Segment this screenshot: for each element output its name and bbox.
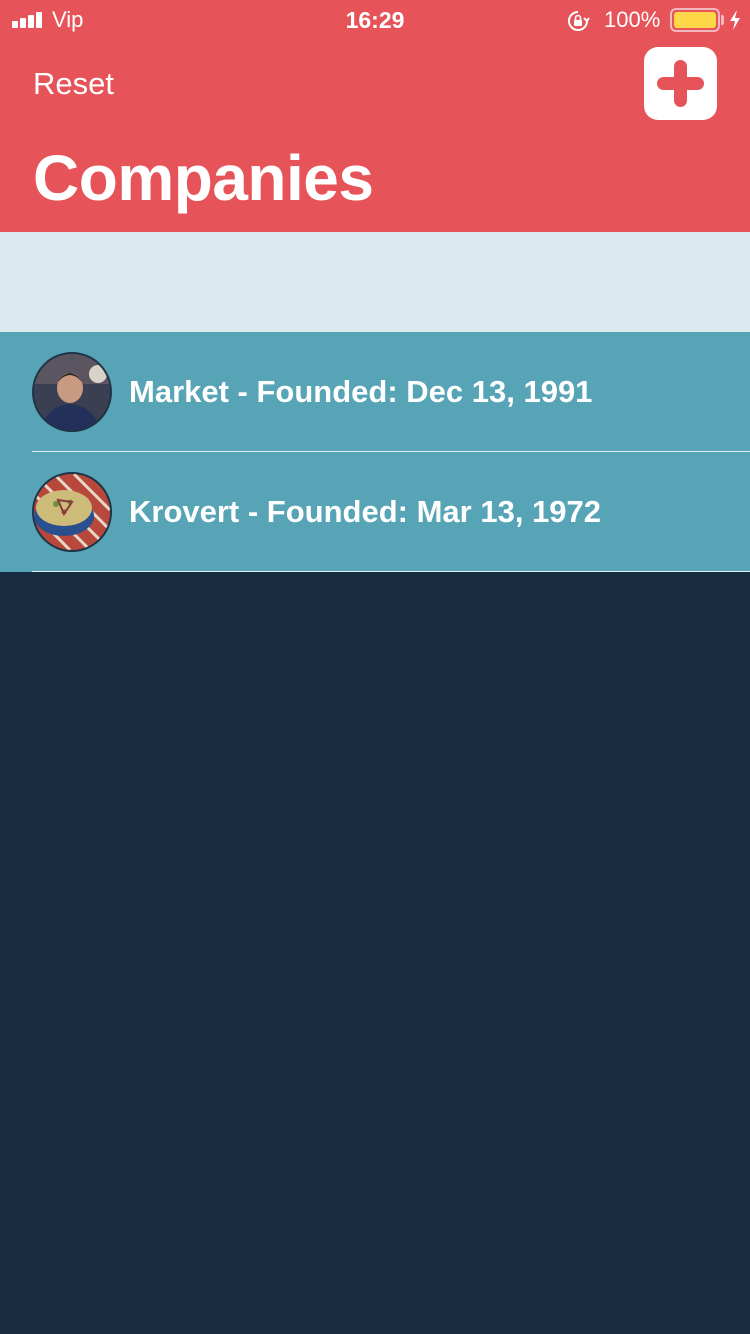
company-row[interactable]: Krovert - Founded: Mar 13, 1972: [0, 452, 750, 572]
navigation-header: Vip 16:29 100% Reset Companies: [0, 0, 750, 232]
battery-level: [674, 12, 716, 28]
company-row[interactable]: Market - Founded: Dec 13, 1991: [0, 332, 750, 452]
company-avatar: [32, 472, 112, 552]
charging-bolt-icon: [730, 10, 740, 30]
page-title: Companies: [33, 142, 374, 214]
plus-icon: [657, 60, 704, 107]
battery-icon: [670, 8, 720, 32]
companies-list: Market - Founded: Dec 13, 1991 Krovert -…: [0, 332, 750, 572]
battery-percent: 100%: [604, 7, 661, 32]
company-label: Krovert - Founded: Mar 13, 1972: [129, 494, 602, 529]
company-avatar: [32, 352, 112, 432]
reset-button[interactable]: Reset: [33, 66, 114, 102]
add-company-button[interactable]: [644, 47, 717, 120]
table-header-area: [0, 232, 750, 332]
status-bar: Vip 16:29 100%: [0, 0, 750, 40]
row-separator: [32, 571, 750, 572]
orientation-lock-icon: [568, 11, 590, 31]
company-label: Market - Founded: Dec 13, 1991: [129, 374, 593, 409]
battery-cap: [721, 15, 724, 25]
